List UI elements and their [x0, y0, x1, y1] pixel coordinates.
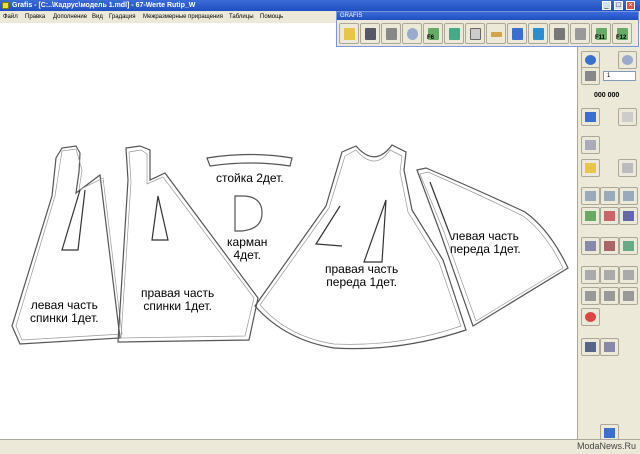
grafis-toolbar: GRAFIS F6 F11 F12 [336, 11, 639, 47]
copy-icon [622, 163, 633, 173]
printer-icon [386, 28, 397, 40]
tool-r7[interactable] [581, 207, 600, 225]
size-icon [585, 71, 596, 81]
tool-r3[interactable] [618, 159, 637, 177]
tool-r11[interactable] [600, 237, 619, 255]
list-button[interactable] [618, 108, 637, 126]
curve-icon [585, 191, 596, 201]
list-icon [622, 112, 633, 122]
edit-text-button[interactable] [600, 338, 619, 356]
hand-icon [585, 163, 596, 173]
f6-button[interactable]: F6 [423, 23, 443, 44]
tool-r10[interactable] [581, 237, 600, 255]
toolbar-caption: GRAFIS [337, 12, 638, 20]
close-doc-button[interactable] [570, 23, 590, 44]
undo-icon [585, 55, 596, 65]
arc-icon [623, 241, 634, 251]
export-icon [604, 428, 615, 438]
cross-icon [604, 211, 615, 221]
piece-icon-2 [604, 270, 615, 280]
f12-button[interactable]: F12 [612, 23, 632, 44]
counter-display: 000 000 [594, 92, 620, 99]
x-icon [575, 28, 586, 40]
tool-r6[interactable] [619, 187, 638, 205]
redo-button[interactable] [618, 51, 637, 69]
tool-r5[interactable] [600, 187, 619, 205]
tool-r18[interactable] [619, 287, 638, 305]
tool-r13[interactable] [581, 266, 600, 284]
piece-collar [206, 153, 293, 167]
print-button[interactable] [381, 23, 401, 44]
split-icon [604, 241, 615, 251]
tool-r9[interactable] [619, 207, 638, 225]
g-icon [554, 28, 565, 40]
tool-icon-1 [585, 140, 596, 150]
watermark: ModaNews.Ru [576, 441, 636, 451]
close-button[interactable]: × [626, 1, 635, 10]
maximize-button[interactable]: □ [614, 1, 623, 10]
label-pocket: карман 4дет. [227, 235, 268, 262]
ruler-icon [491, 32, 502, 37]
piece-icon-3 [623, 270, 634, 280]
ruler-button[interactable] [486, 23, 506, 44]
text-button[interactable] [581, 338, 600, 356]
line-icon [585, 211, 596, 221]
grid-icon [585, 291, 596, 301]
diagonal-icon [623, 211, 634, 221]
redo-icon [622, 55, 633, 65]
tool-button-7[interactable] [465, 23, 485, 44]
f11-button[interactable]: F11 [591, 23, 611, 44]
delete-button[interactable] [581, 308, 600, 326]
scissors-icon [449, 28, 460, 40]
minimize-button[interactable]: _ [602, 1, 611, 10]
piece-pocket [234, 195, 263, 232]
dots-icon [604, 291, 615, 301]
measure-icon [623, 291, 634, 301]
grade-button[interactable] [549, 23, 569, 44]
label-front-right: правая часть переда 1дет. [325, 262, 399, 289]
pattern-drawing [11, 144, 569, 350]
magnifier-icon [407, 28, 418, 40]
tool-r8[interactable] [600, 207, 619, 225]
tool-r2[interactable] [581, 159, 600, 177]
corner-icon [604, 191, 615, 201]
arrow-down-icon-3 [585, 112, 596, 122]
tool-r17[interactable] [600, 287, 619, 305]
label-back-right: правая часть спинки 1дет. [141, 286, 215, 313]
zoom-button[interactable] [402, 23, 422, 44]
text-icon [585, 342, 596, 352]
folder-icon [344, 28, 355, 40]
points-icon [585, 241, 596, 251]
label-back-left: левая часть спинки 1дет. [30, 298, 99, 325]
arrow-down-icon [512, 28, 523, 40]
tool-r15[interactable] [619, 266, 638, 284]
tool-r14[interactable] [600, 266, 619, 284]
delete-icon [585, 312, 596, 322]
save-button[interactable] [360, 23, 380, 44]
open-folder-button[interactable] [339, 23, 359, 44]
floppy-icon [365, 28, 376, 40]
shape-icon [623, 191, 634, 201]
tool-button-6[interactable] [444, 23, 464, 44]
arrow-down-icon-2 [533, 28, 544, 40]
piece-icon [585, 270, 596, 280]
download-button[interactable] [507, 23, 527, 44]
tool-r12[interactable] [619, 237, 638, 255]
label-collar: стойка 2дет. [216, 171, 284, 185]
size-input[interactable]: 1 [603, 71, 636, 81]
status-bar: ModaNews.Ru [0, 439, 640, 454]
tool-r16[interactable] [581, 287, 600, 305]
tool-r1[interactable] [581, 136, 600, 154]
document-icon [470, 28, 481, 40]
tool-r4[interactable] [581, 187, 600, 205]
move-down-button[interactable] [581, 108, 600, 126]
pencil-icon [604, 342, 615, 352]
export-button[interactable] [528, 23, 548, 44]
size-button[interactable] [581, 67, 600, 85]
piece-front-right [254, 144, 467, 350]
label-front-left: левая часть переда 1дет. [450, 229, 521, 256]
